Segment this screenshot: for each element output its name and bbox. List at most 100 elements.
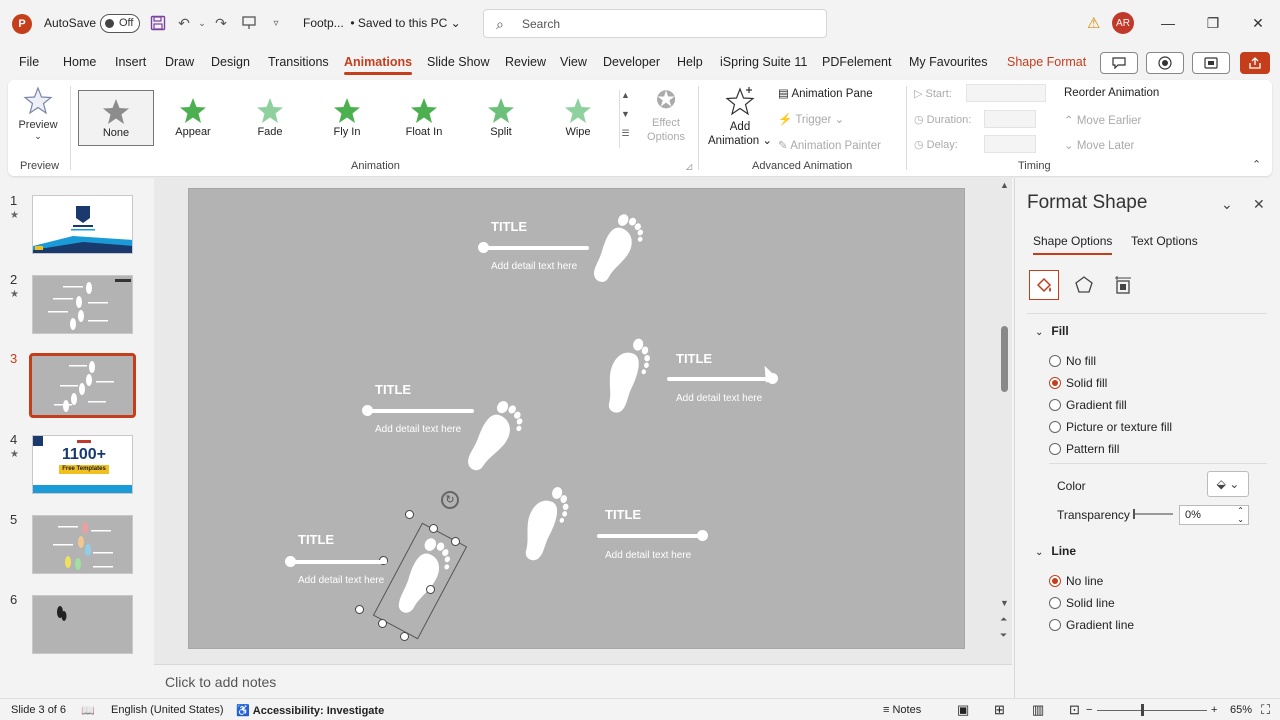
trigger-button[interactable]: ⚡ Trigger ⌄ [778,112,844,126]
radio-button[interactable] [1049,619,1061,631]
pane-close-icon[interactable]: ✕ [1253,196,1265,213]
gallery-up-icon[interactable]: ▲ [620,90,631,109]
radio-solid-fill[interactable]: Solid fill [1049,376,1107,390]
document-title[interactable]: Footp... • Saved to this PC ⌄ [303,16,461,30]
radio-button[interactable] [1049,355,1061,367]
tab-my-favourites[interactable]: My Favourites [909,55,988,69]
anim-fade[interactable]: Fade [232,90,308,146]
anim-appear[interactable]: Appear [155,90,231,146]
autosave-toggle[interactable]: Off [100,14,140,33]
notes-area[interactable]: Click to add notes [154,664,1012,698]
present-icon[interactable] [240,14,258,32]
radio-button[interactable] [1049,399,1061,411]
radio-gradient-line[interactable]: Gradient line [1049,618,1134,632]
line-section-header[interactable]: ⌄ Line [1035,544,1076,558]
record-button[interactable] [1146,52,1184,74]
connector-dot[interactable] [478,242,489,253]
size-properties-icon[interactable] [1108,270,1138,300]
accessibility-status[interactable]: ♿ Accessibility: Investigate [236,704,384,717]
radio-pattern-fill[interactable]: Pattern fill [1049,442,1119,456]
footprint-shape-3[interactable] [457,393,533,481]
transparency-slider[interactable] [1133,509,1173,519]
animation-pane-button[interactable]: ▤ Animation Pane [778,86,873,100]
zoom-slider[interactable] [1097,710,1207,711]
undo-dropdown-icon[interactable]: ⌄ [193,14,211,32]
previous-slide-icon[interactable]: ⏶ [1000,614,1007,625]
radio-no-fill[interactable]: No fill [1049,354,1096,368]
slide-thumbnail-1[interactable] [32,195,133,254]
selection-handle[interactable] [426,585,435,594]
animation-painter-button[interactable]: ✎ Animation Painter [778,138,881,152]
tab-shape-format[interactable]: Shape Format [1007,55,1086,69]
move-earlier-button[interactable]: ⌃ Move Earlier [1064,113,1141,127]
avatar[interactable]: AR [1112,12,1134,34]
notes-button[interactable]: ≡ Notes [883,704,921,716]
preview-button[interactable]: Preview ⌄ [16,86,60,150]
selection-handle[interactable] [378,619,387,628]
radio-button[interactable] [1049,421,1061,433]
redo-icon[interactable]: ↷ [212,14,230,32]
scroll-down-icon[interactable]: ▼ [1000,598,1009,608]
save-icon[interactable] [149,14,167,32]
scroll-thumb[interactable] [1001,326,1008,392]
connector-dot[interactable] [697,530,708,541]
radio-button[interactable] [1049,597,1061,609]
scroll-up-icon[interactable]: ▲ [1000,180,1009,190]
radio-button[interactable] [1049,575,1061,587]
slide-canvas[interactable]: TITLE Add detail text here TITLE Add det… [188,188,965,649]
radio-no-line[interactable]: No line [1049,574,1103,588]
slide-thumbnail-5[interactable] [32,515,133,574]
zoom-slider-thumb[interactable] [1141,704,1144,716]
undo-icon[interactable]: ↶ [175,14,193,32]
normal-view-icon[interactable]: ▣ [957,702,969,718]
block-detail[interactable]: Add detail text here [298,573,388,588]
comments-button[interactable] [1100,52,1138,74]
gallery-down-icon[interactable]: ▼ [620,109,631,128]
tab-transitions[interactable]: Transitions [268,55,329,69]
tab-slide-show[interactable]: Slide Show [427,55,490,69]
connector-line[interactable] [667,377,767,381]
fit-to-window-icon[interactable]: ⛶ [1261,702,1270,718]
block-detail[interactable]: Add detail text here [676,391,766,406]
effects-pentagon-icon[interactable] [1069,270,1099,300]
tab-home[interactable]: Home [63,55,96,69]
zoom-out-icon[interactable]: − [1086,704,1092,716]
anim-split[interactable]: Split [463,90,539,146]
block-title[interactable]: TITLE [605,507,641,522]
slideshow-view-icon[interactable]: ⊡ [1069,702,1080,718]
block-detail[interactable]: Add detail text here [491,259,581,274]
search-input[interactable]: ⌕ Search [483,9,827,38]
dialog-launcher-icon[interactable]: ◿ [686,162,692,171]
tab-developer[interactable]: Developer [603,55,660,69]
pane-options-icon[interactable]: ⌄ [1221,196,1233,213]
footprint-shape-1[interactable] [583,207,653,291]
tab-insert[interactable]: Insert [115,55,146,69]
editor-scrollbar[interactable]: ▲ ▼ ⏶ ⏷ [998,178,1012,664]
minimize-button[interactable]: — [1156,12,1180,34]
language-status[interactable]: English (United States) [111,704,224,716]
collapse-ribbon-icon[interactable]: ⌃ [1252,158,1261,171]
anim-float-in[interactable]: Float In [386,90,462,146]
connector-line[interactable] [293,560,387,564]
next-slide-icon[interactable]: ⏷ [1000,630,1007,641]
duration-input[interactable] [984,110,1036,128]
restore-button[interactable]: ❐ [1201,12,1225,34]
slide-sorter-icon[interactable]: ⊞ [994,702,1005,718]
slide-thumbnail-6[interactable] [32,595,133,654]
selection-handle[interactable] [400,632,409,641]
tab-pdfelement[interactable]: PDFelement [822,55,891,69]
zoom-level[interactable]: 65% [1230,704,1252,716]
slide-thumbnail-4[interactable]: 1100+ Free Templates [32,435,133,494]
tab-text-options[interactable]: Text Options [1131,234,1198,248]
anim-none[interactable]: None [78,90,154,146]
tab-animations[interactable]: Animations [344,55,413,75]
radio-picture-fill[interactable]: Picture or texture fill [1049,420,1172,434]
gallery-more-icon[interactable]: ☰ [620,128,631,147]
selection-handle[interactable] [405,510,414,519]
delay-input[interactable] [984,135,1036,153]
fill-section-header[interactable]: ⌄ Fill [1035,324,1069,338]
radio-button[interactable] [1049,443,1061,455]
add-animation-button[interactable]: Add Animation ⌄ [706,86,774,148]
connector-line[interactable] [597,534,701,538]
radio-solid-line[interactable]: Solid line [1049,596,1115,610]
